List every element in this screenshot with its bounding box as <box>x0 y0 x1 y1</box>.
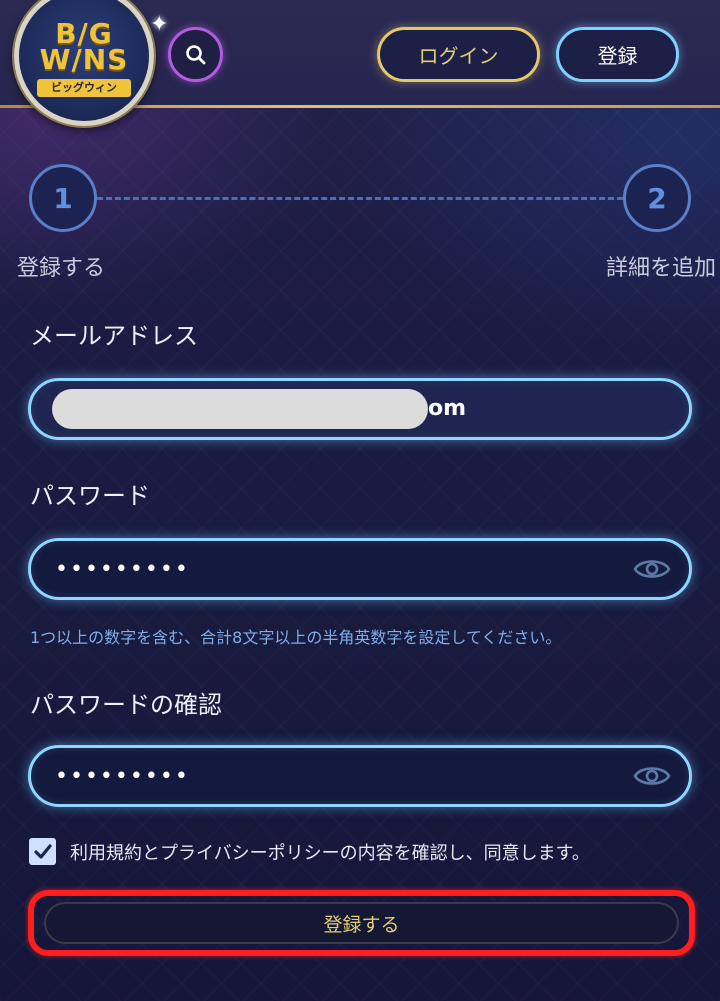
password-confirm-field[interactable]: ••••••••• <box>28 745 692 807</box>
sparkle-icon: ✦ <box>150 12 169 37</box>
email-label: メールアドレス <box>30 322 198 350</box>
eye-icon[interactable] <box>633 762 671 790</box>
email-value-tail: om <box>428 396 467 421</box>
register-button[interactable]: 登録 <box>556 27 679 82</box>
eye-icon[interactable] <box>633 555 671 583</box>
password-confirm-value: ••••••••• <box>55 763 190 789</box>
password-field[interactable]: ••••••••• <box>28 538 692 600</box>
password-label: パスワード <box>30 482 150 510</box>
checkmark-icon <box>33 843 52 859</box>
terms-checkbox[interactable] <box>29 838 56 865</box>
step-1-indicator: 1 <box>29 164 97 232</box>
submit-register-button[interactable]: 登録する <box>44 902 679 944</box>
terms-agreement[interactable]: 利用規約とプライバシーポリシーの内容を確認し、同意します。 <box>29 838 590 865</box>
step-1-label: 登録する <box>17 256 106 281</box>
step-2-indicator: 2 <box>623 164 691 232</box>
password-confirm-label: パスワードの確認 <box>30 691 222 719</box>
step-2-label: 詳細を追加 <box>605 256 716 281</box>
search-icon <box>185 44 205 64</box>
logo-text: B/G W/NS <box>39 17 129 76</box>
logo-subtitle: ビッグウィン <box>37 79 131 97</box>
password-hint: 1つ以上の数字を含む、合計8文字以上の半角英数字を設定してください。 <box>30 628 562 647</box>
registration-page: B/G W/NS ビッグウィン ✦ ログイン 登録 1 2 登録する 詳細を追加 … <box>0 0 720 1001</box>
stepper-connector <box>97 197 623 200</box>
login-button[interactable]: ログイン <box>377 27 540 82</box>
password-value: ••••••••• <box>55 556 190 582</box>
search-button[interactable] <box>168 27 223 82</box>
redacted-email <box>52 389 428 429</box>
terms-text: 利用規約とプライバシーポリシーの内容を確認し、同意します。 <box>70 842 590 864</box>
